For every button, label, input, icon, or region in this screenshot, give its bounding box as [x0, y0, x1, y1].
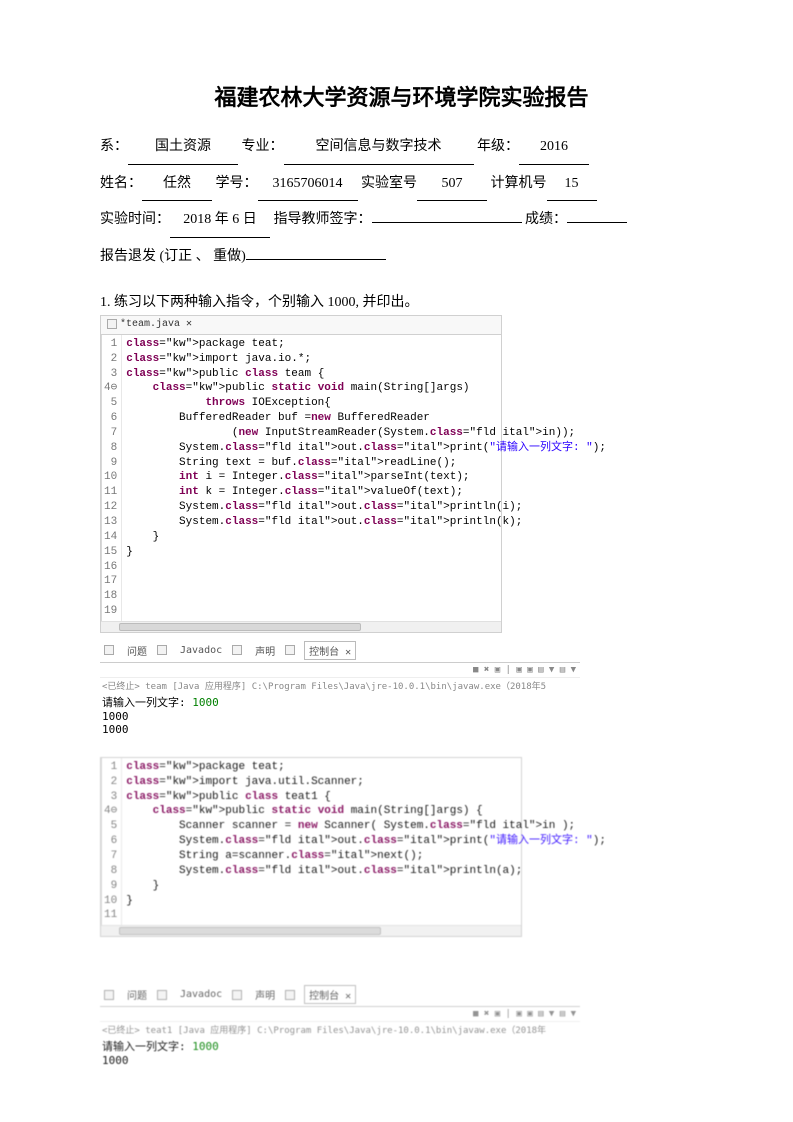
console-user-input: 1000 — [192, 696, 219, 709]
return-label: 报告退发 (订正 、 重做) — [100, 249, 246, 264]
form-row-1: 系：国土资源 专业：空间信息与数字技术 年级：2016 — [100, 130, 703, 165]
code-editor-2: 1234⊖567891011 class="kw">package teat;c… — [100, 757, 522, 937]
declaration-icon — [232, 990, 242, 1000]
console-prompt: 请输入一列文字: — [102, 1040, 186, 1053]
sid-value: 3165706014 — [258, 167, 358, 202]
question-1: 1. 练习以下两种输入指令，个别输入 1000, 并印出。 — [100, 291, 703, 311]
pc-value: 15 — [547, 167, 597, 202]
javadoc-icon — [157, 990, 167, 1000]
room-label: 实验室号 — [361, 176, 417, 191]
console-user-input: 1000 — [192, 1040, 219, 1053]
dept-value: 国土资源 — [128, 130, 238, 165]
console-process-header: <已终止> teat1 [Java 应用程序] C:\Program Files… — [100, 1022, 580, 1037]
editor-tab-label: *team.java ✕ — [120, 319, 192, 330]
teacher-label: 指导教师签字： — [274, 212, 372, 227]
code-area-1[interactable]: class="kw">package teat;class="kw">impor… — [122, 335, 610, 621]
tab-console[interactable]: 控制台 ✕ — [304, 641, 356, 660]
console-line-1: 1000 — [102, 1054, 129, 1067]
console-tabs: 问题 Javadoc 声明 控制台 ✕ — [100, 983, 580, 1007]
javadoc-icon — [157, 645, 167, 655]
problems-icon — [104, 990, 114, 1000]
tab-declaration[interactable]: 声明 — [251, 642, 279, 659]
console-prompt: 请输入一列文字: — [102, 696, 186, 709]
console-panel-2: 问题 Javadoc 声明 控制台 ✕ ■ ✖ ▣ | ▣ ▣ ▤ ▼ ▤ ▼ … — [100, 983, 580, 1068]
console-tabs: 问题 Javadoc 声明 控制台 ✕ — [100, 639, 580, 663]
score-label: 成绩： — [525, 212, 567, 227]
major-label: 专业： — [242, 139, 284, 154]
name-value: 任然 — [142, 167, 212, 202]
sid-label: 学号： — [216, 176, 258, 191]
room-value: 507 — [417, 167, 487, 202]
console-line-2: 1000 — [102, 723, 129, 736]
console-panel-1: 问题 Javadoc 声明 控制台 ✕ ■ ✖ ▣ | ▣ ▣ ▤ ▼ ▤ ▼ … — [100, 639, 580, 737]
line-number-gutter: 1234⊖5678910111213141516171819 — [102, 335, 122, 621]
pc-label: 计算机号 — [491, 176, 547, 191]
grade-label: 年级： — [477, 139, 519, 154]
grade-value: 2016 — [519, 130, 589, 165]
form-row-3: 实验时间：2018 年 6 日 指导教师签字： 成绩： — [100, 203, 703, 238]
editor-scrollbar[interactable] — [101, 925, 521, 936]
time-value: 2018 年 6 日 — [170, 203, 270, 238]
console-output-1: 请输入一列文字: 1000 1000 1000 — [100, 693, 580, 737]
form-row-4: 报告退发 (订正 、 重做) — [100, 240, 703, 274]
time-label: 实验时间： — [100, 212, 170, 227]
console-toolbar[interactable]: ■ ✖ ▣ | ▣ ▣ ▤ ▼ ▤ ▼ — [100, 1007, 580, 1022]
console-icon — [285, 990, 295, 1000]
problems-icon — [104, 645, 114, 655]
form-row-2: 姓名：任然 学号：3165706014 实验室号507 计算机号15 — [100, 167, 703, 202]
teacher-value — [372, 222, 522, 223]
console-process-header: <已终止> team [Java 应用程序] C:\Program Files\… — [100, 678, 580, 693]
file-icon — [107, 319, 117, 329]
console-line-1: 1000 — [102, 710, 129, 723]
editor-scrollbar[interactable] — [101, 621, 501, 632]
line-number-gutter: 1234⊖567891011 — [102, 758, 122, 925]
return-value — [246, 259, 386, 260]
console-output-2: 请输入一列文字: 1000 1000 — [100, 1037, 580, 1068]
tab-declaration[interactable]: 声明 — [251, 986, 279, 1003]
tab-javadoc[interactable]: Javadoc — [176, 644, 226, 657]
code-area-2[interactable]: class="kw">package teat;class="kw">impor… — [122, 758, 610, 925]
score-value — [567, 222, 627, 223]
tab-problems[interactable]: 问题 — [123, 986, 151, 1003]
name-label: 姓名： — [100, 176, 142, 191]
report-title: 福建农林大学资源与环境学院实验报告 — [100, 80, 703, 112]
tab-console[interactable]: 控制台 ✕ — [304, 985, 356, 1004]
editor-tab-1[interactable]: *team.java ✕ — [101, 316, 501, 335]
declaration-icon — [232, 645, 242, 655]
console-icon — [285, 645, 295, 655]
tab-javadoc[interactable]: Javadoc — [176, 988, 226, 1001]
code-editor-1: *team.java ✕ 1234⊖5678910111213141516171… — [100, 315, 502, 633]
tab-problems[interactable]: 问题 — [123, 642, 151, 659]
major-value: 空间信息与数字技术 — [284, 130, 474, 165]
dept-label: 系： — [100, 139, 128, 154]
console-toolbar[interactable]: ■ ✖ ▣ | ▣ ▣ ▤ ▼ ▤ ▼ — [100, 663, 580, 678]
